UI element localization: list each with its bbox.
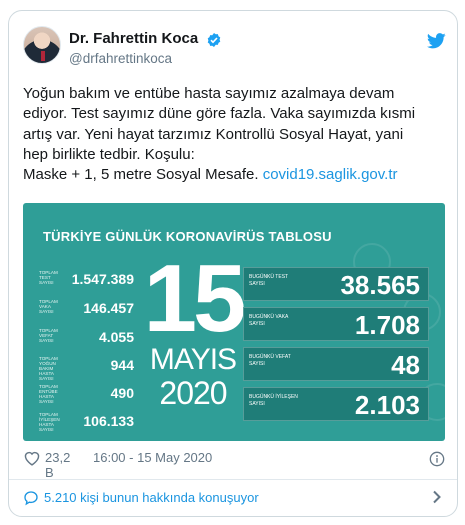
right-stat-label: BUGÜNKÜ VEFAT SAYISI <box>249 354 291 367</box>
verified-badge-icon <box>207 33 221 47</box>
media-year: 2020 <box>159 375 227 411</box>
right-stat-label: BUGÜNKÜ VAKA SAYISI <box>249 314 289 327</box>
left-stat-vaka: TOPLAM VAKA SAYISI 146.457 <box>39 298 134 320</box>
right-stat-value: 38.565 <box>340 270 420 300</box>
author-name[interactable]: Dr. Fahrettin Koca <box>69 30 198 47</box>
tweet-last-line-text: Maske + 1, 5 metre Sosyal Mesafe. <box>23 166 263 184</box>
right-stat-vefat: BUGÜNKÜ VEFAT SAYISI 48 <box>243 347 429 381</box>
right-stat-vaka: BUGÜNKÜ VAKA SAYISI 1.708 <box>243 307 429 341</box>
conversation-count-text[interactable]: 5.210 kişi bunun hakkında konuşuyor <box>44 490 259 505</box>
left-stat-label: TOPLAM VEFAT SAYISI <box>39 328 58 343</box>
tweet-text: Yoğun bakım ve entübe hasta sayımız azal… <box>23 84 445 185</box>
media-month: MAYIS <box>149 343 237 376</box>
divider <box>9 479 457 480</box>
right-stat-label: BUGÜNKÜ TEST SAYISI <box>249 274 288 287</box>
left-stat-label: TOPLAM VAKA SAYISI <box>39 299 58 314</box>
right-stat-value: 48 <box>391 350 420 380</box>
left-stat-value: 944 <box>110 357 134 373</box>
left-stat-label: TOPLAM TEST SAYISI <box>39 270 58 285</box>
tweet-line: ediyor. Test sayımız düne göre fazla. Va… <box>23 105 416 123</box>
left-stat-value: 490 <box>110 385 134 401</box>
chat-bubble-icon <box>24 491 38 506</box>
left-stat-value: 146.457 <box>83 300 134 316</box>
left-stat-value: 1.547.389 <box>71 271 134 287</box>
left-stat-label: TOPLAM İYİLEŞEN HASTA SAYISI <box>39 412 60 432</box>
author-handle[interactable]: @drfahrettinkoca <box>69 51 172 66</box>
tweet-line: Yoğun bakım ve entübe hasta sayımız azal… <box>23 85 395 102</box>
tweet-card: Dr. Fahrettin Koca @drfahrettinkoca Yoğu… <box>8 10 458 517</box>
left-stat-label: TOPLAM YOĞUN BAKIM HASTA SAYISI <box>39 356 58 381</box>
right-stat-test: BUGÜNKÜ TEST SAYISI 38.565 <box>243 267 429 301</box>
tweet-line: artış var. Yeni hayat tarzımız Kontrollü… <box>23 125 404 143</box>
left-stat-iyilesen: TOPLAM İYİLEŞEN HASTA SAYISI 106.133 <box>39 411 134 433</box>
chevron-right-icon[interactable] <box>431 490 443 504</box>
media-day: 15 <box>143 245 247 352</box>
right-stat-label: BUGÜNKÜ İYİLEŞEN SAYISI <box>249 394 298 407</box>
left-stat-yogun-bakim: TOPLAM YOĞUN BAKIM HASTA SAYISI 944 <box>39 355 134 381</box>
avatar[interactable] <box>23 26 61 64</box>
tweet-media-image[interactable]: TÜRKİYE GÜNLÜK KORONAVİRÜS TABLOSU TOPLA… <box>23 203 445 441</box>
media-banner-title: TÜRKİYE GÜNLÜK KORONAVİRÜS TABLOSU <box>43 229 332 244</box>
twitter-bird-icon[interactable] <box>427 33 446 49</box>
left-stat-label: TOPLAM ENTÜBE HASTA SAYISI <box>39 384 58 404</box>
tweet-link[interactable]: covid19.saglik.gov.tr <box>263 166 398 183</box>
conversation-link[interactable]: 5.210 kişi bunun hakkında konuşuyor <box>23 487 445 511</box>
like-count[interactable]: 23,2 B <box>45 450 70 480</box>
left-stat-value: 4.055 <box>98 329 134 345</box>
left-stat-value: 106.133 <box>83 413 134 429</box>
left-stat-vefat: TOPLAM VEFAT SAYISI 4.055 <box>39 327 134 349</box>
heart-icon[interactable] <box>23 450 41 466</box>
left-stat-entube: TOPLAM ENTÜBE HASTA SAYISI 490 <box>39 383 134 405</box>
right-stat-value: 2.103 <box>354 390 420 420</box>
info-icon[interactable] <box>429 451 445 467</box>
right-stat-value: 1.708 <box>354 310 420 340</box>
right-stat-iyilesen: BUGÜNKÜ İYİLEŞEN SAYISI 2.103 <box>243 387 429 421</box>
tweet-line: Maske + 1, 5 metre Sosyal Mesafe. covid1… <box>23 165 445 185</box>
tweet-line: hep birlikte tedbir. Koşulu: <box>23 145 195 163</box>
tweet-timestamp[interactable]: 16:00 - 15 May 2020 <box>93 450 212 465</box>
left-stat-test: TOPLAM TEST SAYISI 1.547.389 <box>39 269 134 291</box>
